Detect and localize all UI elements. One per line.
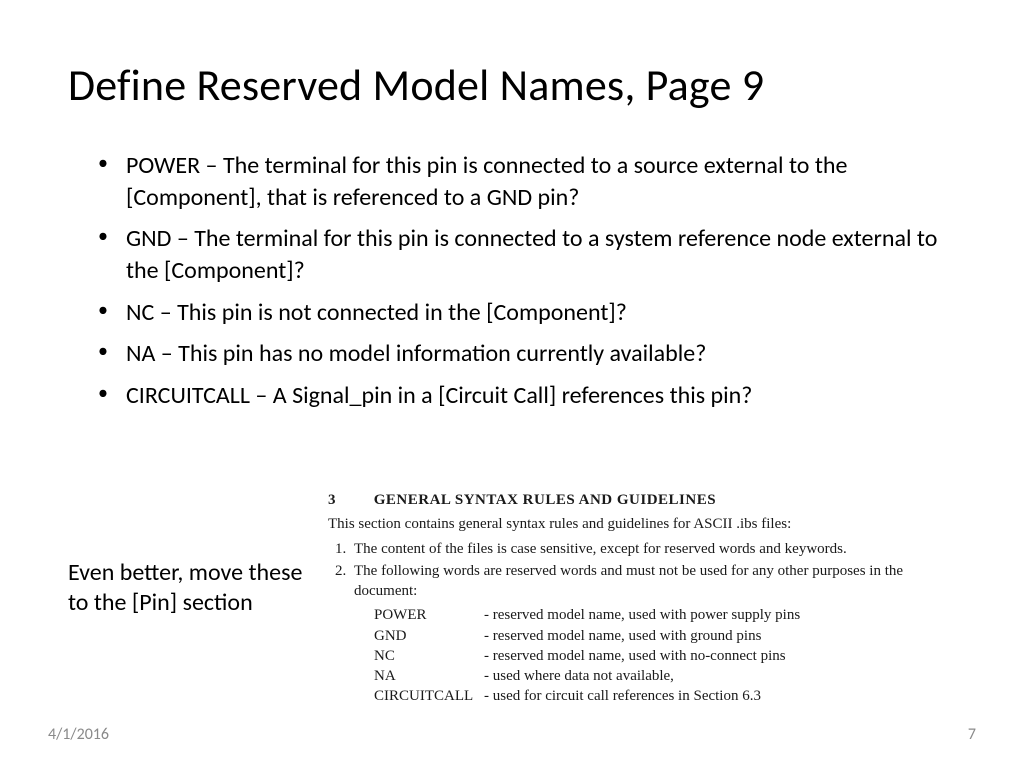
slide-title: Define Reserved Model Names, Page 9 (68, 58, 956, 112)
reserved-desc: used for circuit call references in Sect… (484, 686, 761, 706)
footer-date: 4/1/2016 (48, 725, 109, 744)
reserved-desc: reserved model name, used with no-connec… (484, 646, 786, 666)
table-row: POWER reserved model name, used with pow… (374, 605, 956, 625)
section-heading: 3 GENERAL SYNTAX RULES AND GUIDELINES (328, 490, 956, 510)
list-item: CIRCUITCALL – A Signal_pin in a [Circuit… (98, 380, 956, 412)
reserved-desc: used where data not available, (484, 666, 674, 686)
list-item: POWER – The terminal for this pin is con… (98, 150, 956, 213)
reserved-word: NC (374, 646, 484, 666)
list-item: NA – This pin has no model information c… (98, 338, 956, 370)
section-intro: This section contains general syntax rul… (328, 514, 956, 534)
numbered-list: The content of the files is case sensiti… (328, 539, 956, 707)
side-note: Even better, move these to the [Pin] sec… (68, 490, 328, 618)
section-title: GENERAL SYNTAX RULES AND GUIDELINES (374, 492, 716, 508)
list-item: NC – This pin is not connected in the [C… (98, 297, 956, 329)
table-row: NC reserved model name, used with no-con… (374, 646, 956, 666)
table-row: CIRCUITCALL used for circuit call refere… (374, 686, 956, 706)
footer: 4/1/2016 7 (48, 725, 976, 744)
reserved-word: POWER (374, 605, 484, 625)
reserved-desc: reserved model name, used with ground pi… (484, 626, 761, 646)
reserved-word: NA (374, 666, 484, 686)
table-row: NA used where data not available, (374, 666, 956, 686)
list-item: GND – The terminal for this pin is conne… (98, 223, 956, 286)
bullet-list: POWER – The terminal for this pin is con… (68, 150, 956, 412)
footer-page-number: 7 (968, 725, 976, 744)
spec-excerpt: 3 GENERAL SYNTAX RULES AND GUIDELINES Th… (328, 490, 956, 709)
lower-region: Even better, move these to the [Pin] sec… (68, 490, 956, 709)
list-item-text: The following words are reserved words a… (354, 563, 903, 599)
reserved-word: CIRCUITCALL (374, 686, 484, 706)
section-number: 3 (328, 490, 370, 510)
list-item: The content of the files is case sensiti… (350, 539, 956, 559)
table-row: GND reserved model name, used with groun… (374, 626, 956, 646)
reserved-desc: reserved model name, used with power sup… (484, 605, 800, 625)
reserved-words-table: POWER reserved model name, used with pow… (354, 605, 956, 706)
list-item: The following words are reserved words a… (350, 561, 956, 707)
reserved-word: GND (374, 626, 484, 646)
slide: Define Reserved Model Names, Page 9 POWE… (0, 0, 1024, 768)
